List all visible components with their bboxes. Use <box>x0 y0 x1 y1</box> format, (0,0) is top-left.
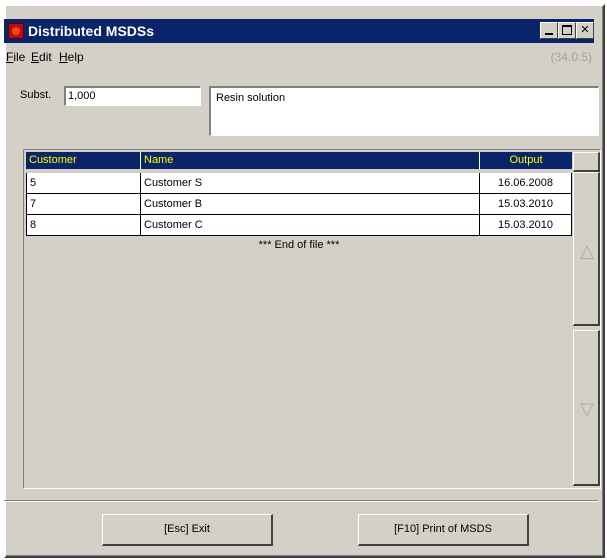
menu-edit[interactable]: Edit <box>31 50 52 64</box>
column-header-customer[interactable]: Customer <box>26 152 141 169</box>
subst-label: Subst. <box>20 89 52 101</box>
triangle-down-icon: ▽ <box>580 399 594 419</box>
cell-customer: 7 <box>26 194 141 214</box>
scroll-top-button[interactable] <box>573 152 600 172</box>
menu-file-rest: ile <box>13 50 26 64</box>
close-button[interactable]: ✕ <box>576 22 594 39</box>
description-field[interactable]: Resin solution <box>209 86 599 136</box>
app-icon[interactable] <box>8 23 24 39</box>
window-title: Distributed MSDSs <box>28 23 155 39</box>
menu-edit-rest: dit <box>39 50 52 64</box>
triangle-up-icon: △ <box>580 241 594 261</box>
exit-button[interactable]: [Esc] Exit <box>102 514 273 546</box>
scroll-down-button[interactable]: ▽ <box>573 330 600 486</box>
cell-customer: 5 <box>26 173 141 193</box>
cell-name: Customer B <box>141 194 480 214</box>
column-header-name[interactable]: Name <box>141 152 480 169</box>
maximize-button[interactable] <box>558 22 576 39</box>
cell-name: Customer S <box>141 173 480 193</box>
grid-header: Customer Name Output <box>26 152 572 169</box>
version-label: (34.0.5) <box>550 50 592 64</box>
subst-input[interactable]: 1,000 <box>64 86 201 106</box>
minimize-button[interactable] <box>540 22 558 39</box>
end-of-file-text: *** End of file *** <box>258 239 340 251</box>
column-header-output[interactable]: Output <box>480 152 572 169</box>
title-bar[interactable]: Distributed MSDSs ✕ <box>4 19 594 43</box>
menu-help-rest: elp <box>67 50 84 64</box>
menu-file[interactable]: File <box>6 50 25 64</box>
scroll-up-button[interactable]: △ <box>573 172 600 326</box>
cell-output: 15.03.2010 <box>480 215 572 235</box>
menu-bar: File Edit Help (34.0.5) <box>6 46 596 66</box>
print-msds-button[interactable]: [F10] Print of MSDS <box>358 514 529 546</box>
maximize-icon <box>562 25 572 35</box>
close-icon: ✕ <box>580 24 590 36</box>
minimize-icon <box>545 33 553 35</box>
cell-name: Customer C <box>141 215 480 235</box>
cell-output: 15.03.2010 <box>480 194 572 214</box>
menu-help[interactable]: Help <box>59 50 84 64</box>
table-row[interactable]: 5 Customer S 16.06.2008 <box>26 173 572 194</box>
cell-customer: 8 <box>26 215 141 235</box>
exit-button-label: [Esc] Exit <box>164 523 210 535</box>
print-msds-button-label: [F10] Print of MSDS <box>394 523 492 535</box>
menu-edit-accel: E <box>31 50 40 64</box>
divider <box>4 500 598 502</box>
table-row[interactable]: 8 Customer C 15.03.2010 <box>26 215 572 236</box>
table-row[interactable]: 7 Customer B 15.03.2010 <box>26 194 572 215</box>
menu-help-accel: H <box>59 50 68 64</box>
cell-output: 16.06.2008 <box>480 173 572 193</box>
